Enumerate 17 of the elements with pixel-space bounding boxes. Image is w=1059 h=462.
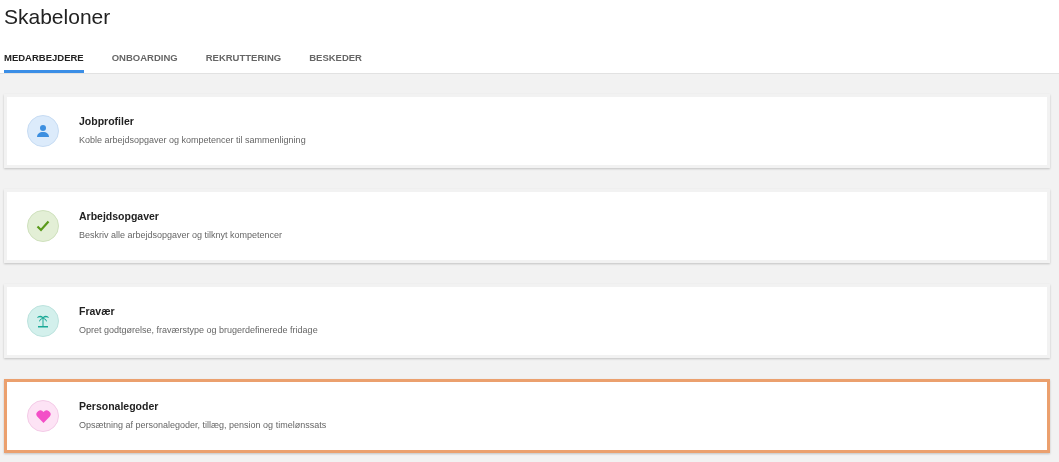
card-title: Arbejdsopgaver: [79, 209, 160, 225]
tab[interactable]: MEDARBEJDERE: [4, 38, 84, 73]
tab[interactable]: REKRUTTERING: [205, 38, 282, 73]
template-card[interactable]: Personalegoder Opsætning af personalegoder, tillæg, pension og timelønssats: [4, 379, 1050, 453]
card-title: Fravær: [79, 304, 116, 320]
tab[interactable]: ONBOARDING: [111, 38, 178, 73]
card-title: Personalegoder: [79, 399, 160, 415]
tab[interactable]: BESKEDER: [309, 38, 362, 73]
card-description: Beskriv alle arbejdsopgaver og tilknyt kompetencer: [79, 229, 283, 243]
template-card[interactable]: Fravær Opret godtgørelse, fraværstype og brugerdefinerede fridage: [4, 284, 1050, 358]
template-card[interactable]: Arbejdsopgaver Beskriv alle arbejdsopgaver og tilknyt kompetencer: [4, 189, 1050, 263]
card-description: Koble arbejdsopgaver og kompetencer til sammenligning: [79, 134, 306, 148]
card-title: Jobprofiler: [79, 114, 135, 130]
card-description: Opret godtgørelse, fraværstype og brugerdefinerede fridage: [79, 324, 318, 338]
template-card[interactable]: Jobprofiler Koble arbejdsopgaver og kompetencer til sammenligning: [4, 94, 1050, 168]
card-description: Opsætning af personalegoder, tillæg, pension og timelønssats: [79, 419, 327, 433]
page-title: Skabeloner: [3, 4, 112, 30]
